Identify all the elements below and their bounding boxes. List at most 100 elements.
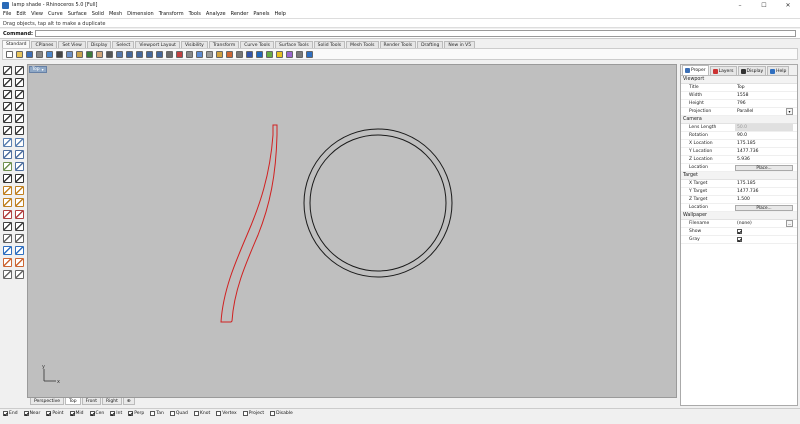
save-button[interactable] — [25, 50, 34, 59]
hide-tool-button[interactable] — [1, 268, 13, 280]
osnap-cen[interactable]: Cen — [89, 411, 104, 416]
dimension-tool-button[interactable] — [13, 172, 25, 184]
browse-button[interactable]: ... — [786, 220, 793, 227]
osnap-end[interactable]: End — [3, 411, 18, 416]
panel-tab-display[interactable]: Display — [737, 66, 767, 75]
osnap-checkbox[interactable] — [150, 411, 156, 416]
lock-tool-button[interactable] — [13, 268, 25, 280]
zoom-extents-button[interactable] — [145, 50, 154, 59]
osnap-point[interactable]: Point — [46, 411, 64, 416]
menu-render[interactable]: Render — [231, 11, 249, 17]
box-tool-button[interactable] — [1, 148, 13, 160]
explode-tool-button[interactable] — [13, 220, 25, 232]
arc-tool-button[interactable] — [13, 88, 25, 100]
menu-surface[interactable]: Surface — [68, 11, 87, 17]
light-button[interactable] — [275, 50, 284, 59]
trim-tool-button[interactable] — [1, 208, 13, 220]
select-arrow-tool-button[interactable] — [1, 64, 13, 76]
undo-button[interactable] — [85, 50, 94, 59]
rotate-view-button[interactable] — [115, 50, 124, 59]
osnap-checkbox[interactable] — [169, 411, 175, 416]
osnap-tan[interactable]: Tan — [150, 411, 164, 416]
osnap-near[interactable]: Near — [23, 411, 40, 416]
menu-help[interactable]: Help — [275, 11, 286, 17]
osnap-perp[interactable]: Perp — [128, 411, 144, 416]
view-tab-right[interactable]: Right — [102, 398, 122, 405]
tab-solid-tools[interactable]: Solid Tools — [313, 41, 346, 48]
zoom-button[interactable] — [125, 50, 134, 59]
analyze-tool-button[interactable] — [1, 244, 13, 256]
circle-tool-button[interactable] — [1, 88, 13, 100]
tab-display[interactable]: Display — [86, 41, 112, 48]
tab-viewport-layout[interactable]: Viewport Layout — [135, 41, 180, 48]
sphere-button[interactable] — [255, 50, 264, 59]
y-target-value[interactable]: 1477.736 — [735, 188, 797, 195]
chevron-down-icon[interactable]: ▾ — [786, 108, 793, 115]
show-checkbox[interactable] — [737, 229, 742, 234]
minimize-button[interactable]: – — [728, 0, 752, 10]
ellipse-tool-button[interactable] — [1, 112, 13, 124]
osnap-knot[interactable]: Knot — [193, 411, 210, 416]
osnap-checkbox[interactable] — [110, 411, 116, 416]
view-tab-add[interactable]: ⊕ — [122, 398, 135, 405]
shaded-button[interactable] — [215, 50, 224, 59]
projection-value[interactable]: Parallel ▾ — [735, 108, 797, 115]
osnap-quad[interactable]: Quad — [169, 411, 188, 416]
y-location-value[interactable]: 1477.736 — [735, 148, 797, 155]
menu-tools[interactable]: Tools — [189, 11, 201, 17]
import-button[interactable] — [45, 50, 54, 59]
menu-mesh[interactable]: Mesh — [109, 11, 122, 17]
tab-select[interactable]: Select — [112, 41, 135, 48]
mesh-tool-button[interactable] — [1, 160, 13, 172]
osnap-checkbox[interactable] — [46, 411, 52, 416]
view-tab-top[interactable]: Top — [65, 398, 81, 405]
menu-file[interactable]: File — [3, 11, 11, 17]
split-tool-button[interactable] — [13, 208, 25, 220]
osnap-checkbox[interactable] — [23, 411, 29, 416]
view-tab-front[interactable]: Front — [81, 398, 102, 405]
menu-curve[interactable]: Curve — [48, 11, 63, 17]
view-tab-perspective[interactable]: Perspective — [30, 398, 65, 405]
filename-value[interactable]: (none)... — [735, 220, 797, 227]
top-viewport[interactable]: Top ▾ x y — [27, 64, 677, 398]
new-file-button[interactable] — [5, 50, 14, 59]
material-tool-button[interactable] — [13, 256, 25, 268]
inner-circle[interactable] — [309, 134, 447, 272]
menu-panels[interactable]: Panels — [253, 11, 269, 17]
check-tool-button[interactable] — [13, 244, 25, 256]
height-value[interactable]: 796 — [735, 100, 797, 107]
surface-tool-button[interactable] — [1, 136, 13, 148]
tab-mesh-tools[interactable]: Mesh Tools — [346, 41, 379, 48]
outer-circle[interactable] — [303, 128, 453, 278]
osnap-checkbox[interactable] — [270, 411, 276, 416]
menu-edit[interactable]: Edit — [16, 11, 26, 17]
xray-button[interactable] — [245, 50, 254, 59]
rectangle-tool-button[interactable] — [1, 100, 13, 112]
render-tool-button[interactable] — [1, 256, 13, 268]
join-tool-button[interactable] — [1, 220, 13, 232]
selected-profile-curve[interactable] — [220, 124, 278, 323]
osnap-checkbox[interactable] — [242, 411, 248, 416]
cylinder-tool-button[interactable] — [13, 148, 25, 160]
paste-button[interactable] — [75, 50, 84, 59]
panel-tab-help[interactable]: Help — [767, 66, 790, 75]
grid-button[interactable] — [185, 50, 194, 59]
osnap-checkbox[interactable] — [69, 411, 75, 416]
rotation-value[interactable]: 90.0 — [735, 132, 797, 139]
osnap-checkbox[interactable] — [128, 411, 134, 416]
place-button[interactable]: Place... — [735, 204, 793, 211]
tab-surface-tools[interactable]: Surface Tools — [275, 41, 313, 48]
zoom-window-button[interactable] — [135, 50, 144, 59]
tab-cplanes[interactable]: CPlanes — [31, 41, 58, 48]
select-button[interactable] — [175, 50, 184, 59]
polyline-tool-button[interactable] — [1, 76, 13, 88]
z-target-value[interactable]: 1.500 — [735, 196, 797, 203]
z-location-value[interactable]: 5.936 — [735, 156, 797, 163]
transform-tool-button[interactable] — [1, 184, 13, 196]
array-tool-button[interactable] — [1, 196, 13, 208]
osnap-checkbox[interactable] — [193, 411, 199, 416]
block-tool-button[interactable] — [13, 232, 25, 244]
tab-transform[interactable]: Transform — [208, 41, 240, 48]
place-button[interactable]: Place... — [735, 164, 793, 171]
help-button[interactable] — [305, 50, 314, 59]
